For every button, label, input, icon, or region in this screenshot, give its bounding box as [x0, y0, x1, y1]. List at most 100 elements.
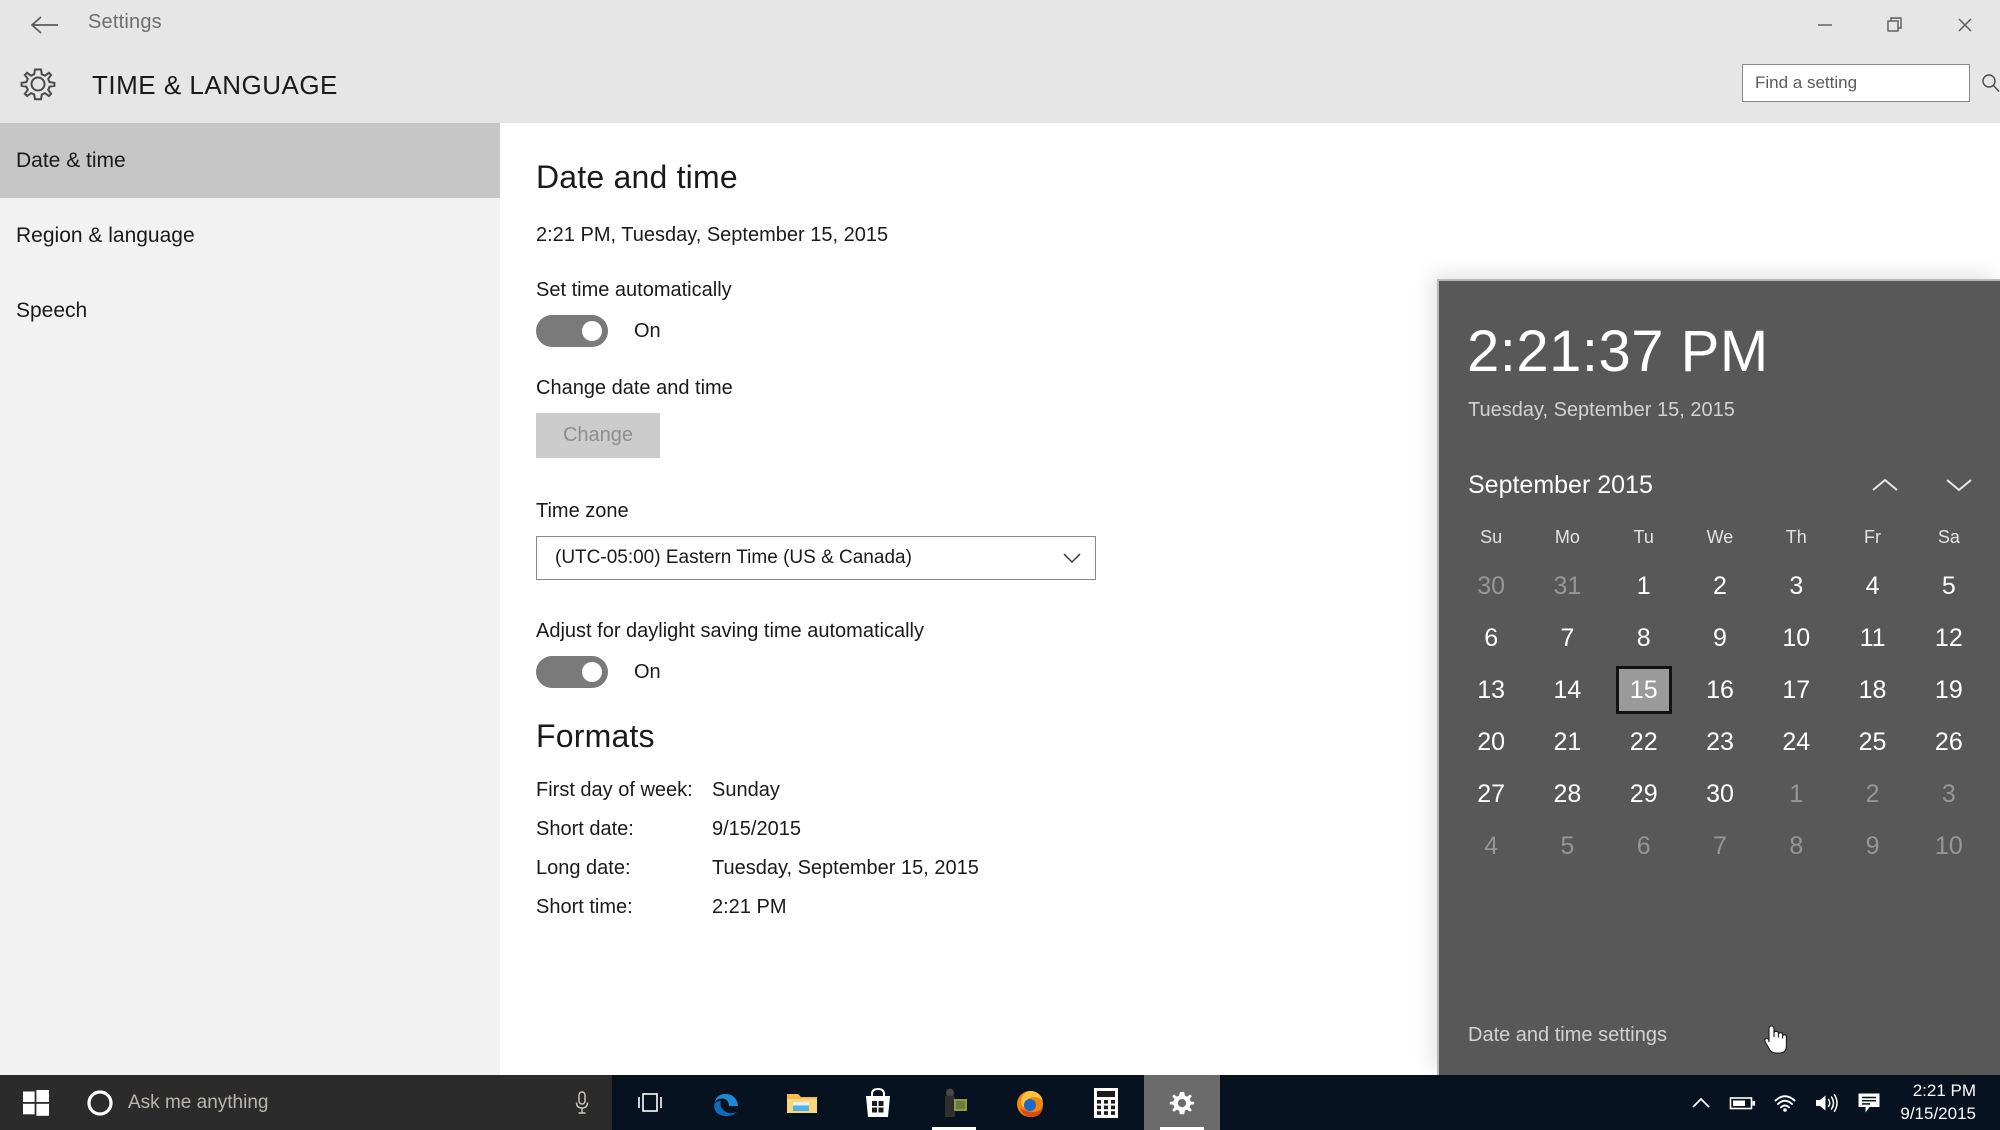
calendar-day[interactable]: 31 — [1529, 562, 1605, 610]
store-icon[interactable] — [840, 1075, 916, 1130]
calendar-weekday-header: Su Mo Tu We Th Fr Sa — [1453, 519, 1987, 562]
calendar-day[interactable]: 4 — [1834, 562, 1910, 610]
calendar-day-today[interactable]: 15 — [1606, 666, 1682, 714]
settings-header: TIME & LANGUAGE — [0, 50, 2000, 123]
calendar-day[interactable]: 8 — [1606, 614, 1682, 662]
taskbar-time: 2:21 PM — [1912, 1080, 1976, 1100]
calendar-day[interactable]: 21 — [1529, 718, 1605, 766]
calendar-week-row: 6 7 8 9 10 11 12 — [1453, 614, 1987, 662]
date-and-time-settings-link[interactable]: Date and time settings — [1468, 1024, 1667, 1047]
battery-icon[interactable] — [1722, 1075, 1764, 1130]
chevron-up-icon[interactable] — [1862, 467, 1908, 503]
calendar-day[interactable]: 6 — [1453, 614, 1529, 662]
search-icon[interactable] — [1980, 65, 2000, 101]
weekday-sa: Sa — [1937, 527, 1960, 547]
calendar-day[interactable]: 23 — [1682, 718, 1758, 766]
restore-icon[interactable] — [1860, 0, 1930, 50]
calendar-day[interactable]: 30 — [1682, 770, 1758, 818]
mouse-cursor-hand-icon — [1760, 1022, 1790, 1056]
sidebar-item-label: Speech — [16, 298, 88, 322]
close-icon[interactable] — [1930, 0, 2000, 50]
calendar-day[interactable]: 3 — [1758, 562, 1834, 610]
calendar-day[interactable]: 10 — [1911, 822, 1987, 870]
calendar-day[interactable]: 30 — [1453, 562, 1529, 610]
action-center-icon[interactable] — [1848, 1075, 1890, 1130]
dst-toggle[interactable] — [536, 656, 608, 688]
edge-icon[interactable] — [688, 1075, 764, 1130]
calendar-day[interactable]: 4 — [1453, 822, 1529, 870]
calendar-day[interactable]: 13 — [1453, 666, 1529, 714]
calendar-day[interactable]: 5 — [1911, 562, 1987, 610]
calendar-day[interactable]: 20 — [1453, 718, 1529, 766]
calendar-day[interactable]: 9 — [1682, 614, 1758, 662]
sidebar-item-speech[interactable]: Speech — [0, 273, 500, 348]
weekday-fr: Fr — [1864, 527, 1882, 547]
calendar-day[interactable]: 16 — [1682, 666, 1758, 714]
volume-icon[interactable] — [1806, 1075, 1848, 1130]
chevron-up-icon[interactable] — [1680, 1075, 1722, 1130]
chevron-down-icon[interactable] — [1049, 552, 1095, 564]
dark-app-icon[interactable] — [916, 1075, 992, 1130]
settings-sidebar: Date & time Region & language Speech — [0, 123, 500, 1075]
calendar-day[interactable]: 19 — [1911, 666, 1987, 714]
set-time-auto-state: On — [634, 319, 661, 342]
calendar-day[interactable]: 12 — [1911, 614, 1987, 662]
minimize-icon[interactable] — [1790, 0, 1860, 50]
calendar-day[interactable]: 2 — [1834, 770, 1910, 818]
calendar-day[interactable]: 1 — [1758, 770, 1834, 818]
search-box[interactable] — [1742, 64, 2000, 102]
calendar-nav — [1862, 467, 1982, 503]
calendar-week-row: 27 28 29 30 1 2 3 — [1453, 770, 1987, 818]
calendar-day[interactable]: 7 — [1682, 822, 1758, 870]
windows-start-icon[interactable] — [0, 1075, 72, 1130]
calendar-day[interactable]: 25 — [1834, 718, 1910, 766]
toggle-knob — [582, 321, 602, 341]
back-arrow-icon[interactable] — [22, 7, 66, 43]
firefox-icon[interactable] — [992, 1075, 1068, 1130]
cortana-input[interactable] — [128, 1091, 552, 1114]
calendar-grid: Su Mo Tu We Th Fr Sa 30 31 1 2 3 4 5 6 7… — [1453, 519, 1987, 874]
calendar-day[interactable]: 29 — [1606, 770, 1682, 818]
file-explorer-icon[interactable] — [764, 1075, 840, 1130]
set-time-auto-toggle[interactable] — [536, 315, 608, 347]
calendar-day[interactable]: 6 — [1606, 822, 1682, 870]
sidebar-item-region-language[interactable]: Region & language — [0, 198, 500, 273]
calendar-day[interactable]: 11 — [1834, 614, 1910, 662]
calendar-day[interactable]: 5 — [1529, 822, 1605, 870]
task-view-icon[interactable] — [612, 1075, 688, 1130]
calendar-day[interactable]: 26 — [1911, 718, 1987, 766]
page-title: TIME & LANGUAGE — [92, 70, 338, 100]
weekday-th: Th — [1785, 527, 1807, 547]
calendar-day[interactable]: 9 — [1834, 822, 1910, 870]
taskbar-clock[interactable]: 2:21 PM 9/15/2015 — [1890, 1075, 1992, 1130]
calendar-day[interactable]: 10 — [1758, 614, 1834, 662]
calendar-day[interactable]: 17 — [1758, 666, 1834, 714]
calendar-week-row: 4 5 6 7 8 9 10 — [1453, 822, 1987, 870]
microphone-icon[interactable] — [552, 1090, 612, 1116]
calculator-icon[interactable] — [1068, 1075, 1144, 1130]
screen: Settings TIME & LANGUAGE Find a setting … — [0, 0, 2000, 1130]
calendar-day[interactable]: 3 — [1911, 770, 1987, 818]
calendar-day[interactable]: 22 — [1606, 718, 1682, 766]
cortana-circle-icon[interactable] — [72, 1088, 128, 1118]
calendar-day[interactable]: 7 — [1529, 614, 1605, 662]
cortana-search-box[interactable] — [72, 1075, 612, 1130]
calendar-day[interactable]: 2 — [1682, 562, 1758, 610]
wifi-icon[interactable] — [1764, 1075, 1806, 1130]
time-zone-select[interactable]: (UTC-05:00) Eastern Time (US & Canada) — [536, 536, 1096, 580]
chevron-down-icon[interactable] — [1936, 467, 1982, 503]
calendar-day[interactable]: 27 — [1453, 770, 1529, 818]
calendar-week-row: 20 21 22 23 24 25 26 — [1453, 718, 1987, 766]
calendar-day[interactable]: 8 — [1758, 822, 1834, 870]
calendar-day[interactable]: 18 — [1834, 666, 1910, 714]
calendar-day[interactable]: 28 — [1529, 770, 1605, 818]
search-input[interactable] — [1743, 65, 1980, 101]
settings-gear-icon[interactable] — [1144, 1075, 1220, 1130]
change-button[interactable]: Change — [536, 413, 660, 458]
sidebar-item-date-time[interactable]: Date & time — [0, 123, 500, 198]
taskbar-app-icons — [612, 1075, 1220, 1130]
calendar-day[interactable]: 1 — [1606, 562, 1682, 610]
taskbar-date: 9/15/2015 — [1900, 1103, 1976, 1123]
calendar-day[interactable]: 24 — [1758, 718, 1834, 766]
calendar-day[interactable]: 14 — [1529, 666, 1605, 714]
